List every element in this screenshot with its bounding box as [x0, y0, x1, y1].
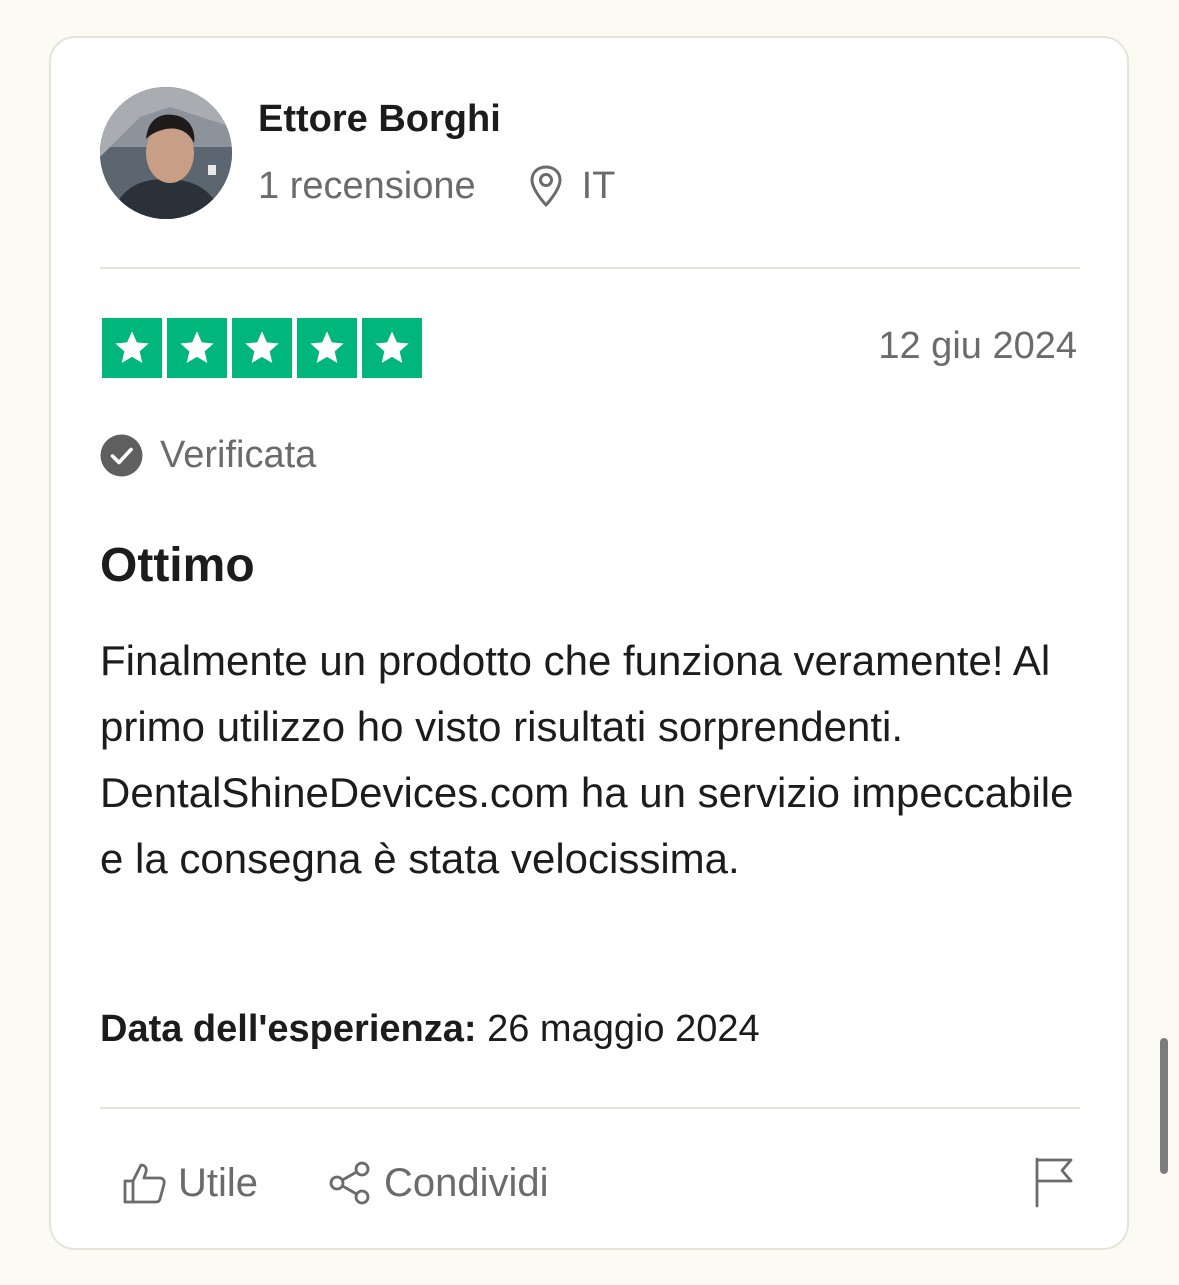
share-label: Condividi [384, 1160, 549, 1205]
review-count: 1 recensione [258, 164, 476, 207]
share-button[interactable]: Condividi [328, 1161, 549, 1206]
star-rating [102, 318, 422, 378]
thumbs-up-icon [123, 1163, 166, 1204]
verified-label: Verificata [160, 434, 317, 476]
star-icon [102, 318, 162, 378]
review-body: Finalmente un prodotto che funziona vera… [100, 637, 1074, 882]
review-date: 12 giu 2024 [878, 325, 1077, 367]
star-icon [167, 318, 227, 378]
share-icon [329, 1161, 370, 1205]
verified-check-icon [100, 434, 143, 477]
avatar[interactable] [100, 87, 232, 219]
flag-icon [1035, 1157, 1073, 1208]
reviewer-country: IT [581, 164, 616, 207]
location-pin-icon [526, 164, 566, 208]
verified-badge: Verificata [100, 434, 316, 477]
star-icon [297, 318, 357, 378]
review-title: Ottimo [100, 539, 255, 592]
useful-button[interactable]: Utile [122, 1161, 258, 1206]
reviewer-meta: 1 recensione IT [258, 164, 615, 208]
experience-date: Data dell'esperienza: 26 maggio 2024 [100, 1008, 760, 1051]
scrollbar-thumb[interactable] [1160, 1038, 1168, 1174]
review-card: Ettore Borghi 1 recensione IT 12 giu 202… [49, 36, 1129, 1250]
report-flag-button[interactable] [1033, 1156, 1075, 1208]
star-icon [232, 318, 292, 378]
useful-label: Utile [178, 1160, 259, 1205]
footer-divider [100, 1107, 1080, 1109]
header-divider [100, 267, 1080, 269]
review-actions: Utile Condividi [122, 1156, 549, 1210]
star-icon [362, 318, 422, 378]
avatar-photo [100, 87, 232, 219]
experience-date-label: Data dell'esperienza: [100, 1008, 477, 1050]
experience-date-value: 26 maggio 2024 [487, 1008, 760, 1050]
reviewer-name[interactable]: Ettore Borghi [258, 98, 501, 141]
